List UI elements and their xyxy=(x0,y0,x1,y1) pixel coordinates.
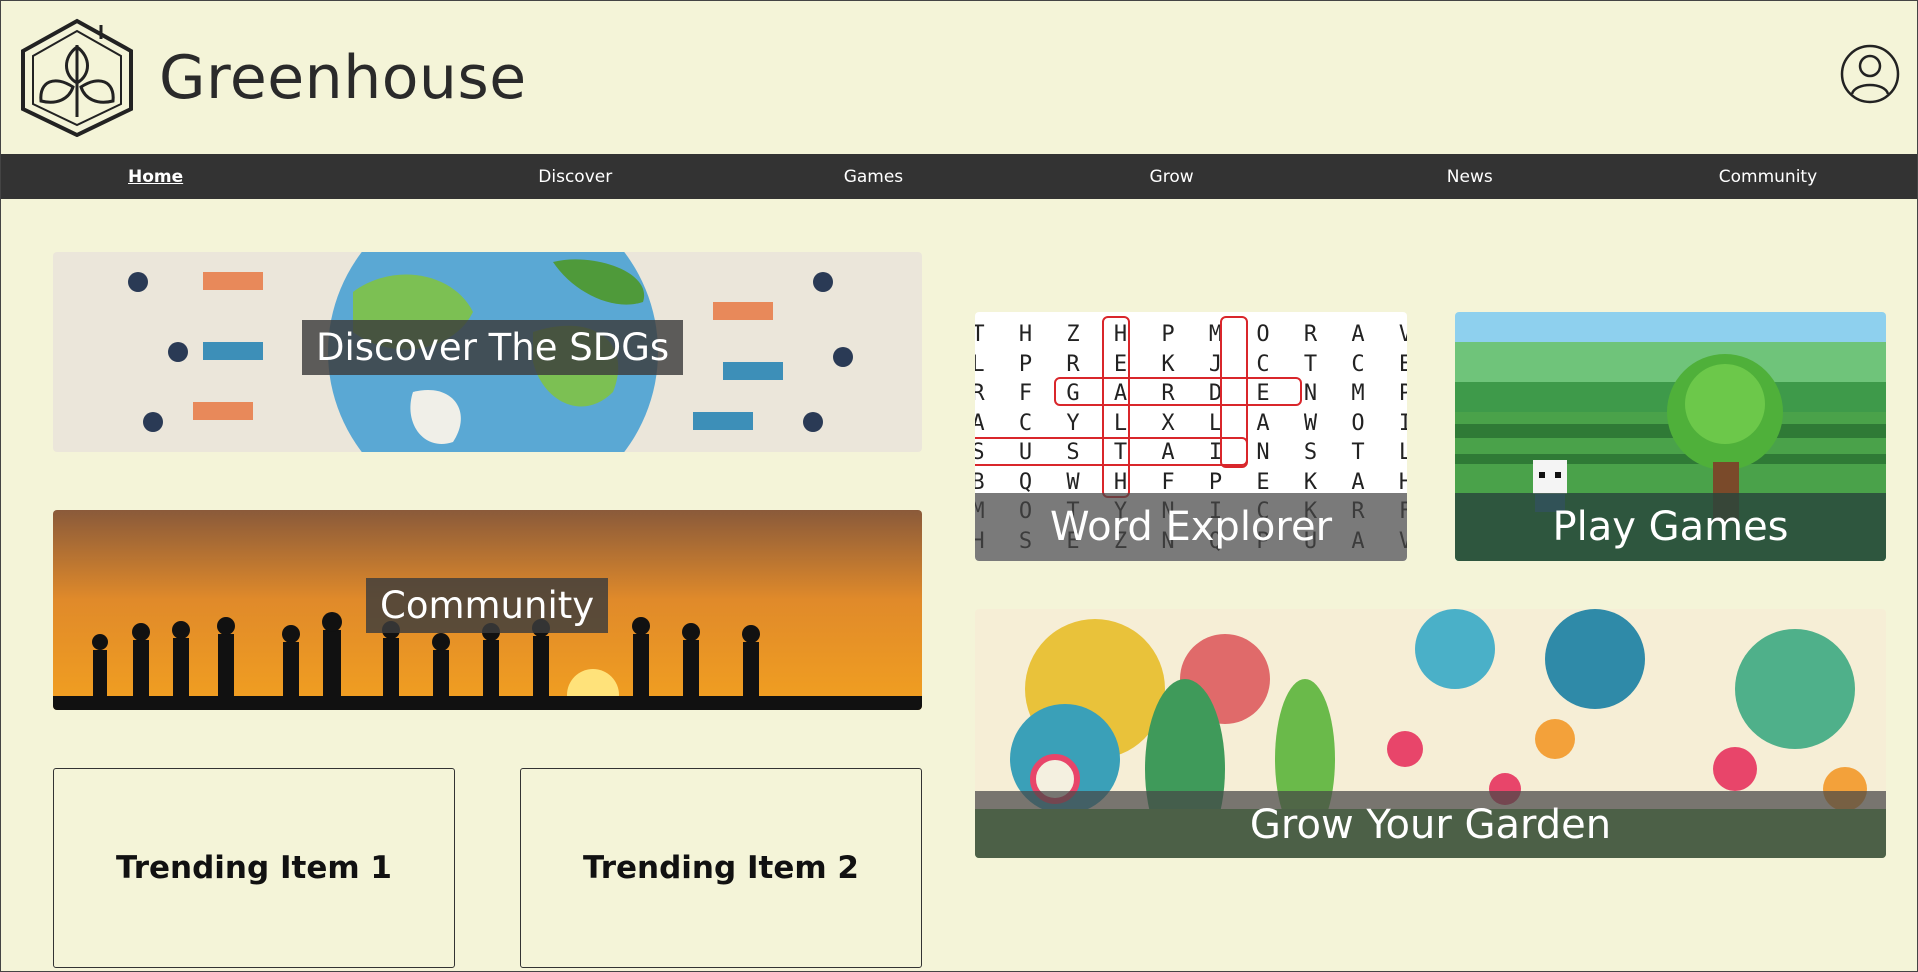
main-nav: Home Discover Games Grow News Community xyxy=(1,154,1917,199)
brand-title[interactable]: Greenhouse xyxy=(159,43,527,113)
grow-garden-label: Grow Your Garden xyxy=(975,791,1886,858)
grow-garden-card[interactable]: Grow Your Garden xyxy=(975,609,1886,858)
word-explorer-label: Word Explorer xyxy=(975,493,1407,561)
community-card[interactable]: Community xyxy=(53,510,922,710)
nav-games[interactable]: Games xyxy=(724,154,1022,199)
user-avatar-icon[interactable] xyxy=(1839,43,1901,105)
discover-sdgs-label: Discover The SDGs xyxy=(302,320,684,375)
nav-news[interactable]: News xyxy=(1321,154,1619,199)
greenhouse-leaf-logo-icon[interactable] xyxy=(15,17,139,137)
trending-item-1[interactable]: Trending Item 1 xyxy=(53,768,455,968)
nav-home[interactable]: Home xyxy=(1,154,426,199)
trending-item-2[interactable]: Trending Item 2 xyxy=(520,768,922,968)
nav-grow[interactable]: Grow xyxy=(1023,154,1321,199)
nav-community[interactable]: Community xyxy=(1619,154,1917,199)
word-explorer-card[interactable]: THZHPMORAVLPREKJCTCERFGARDENMPACYLXLAWOI… xyxy=(975,312,1407,561)
nav-discover[interactable]: Discover xyxy=(426,154,724,199)
play-games-label: Play Games xyxy=(1455,493,1886,561)
community-label: Community xyxy=(366,578,609,633)
play-games-card[interactable]: Play Games xyxy=(1455,312,1886,561)
header: Greenhouse xyxy=(1,1,1917,154)
discover-sdgs-card[interactable]: Discover The SDGs xyxy=(53,252,922,452)
